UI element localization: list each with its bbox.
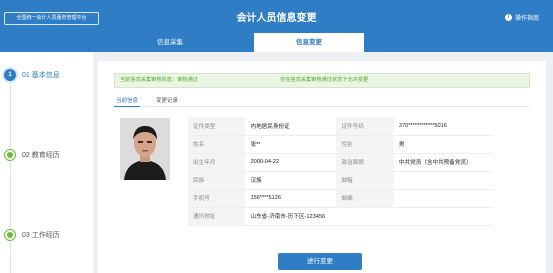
top-bar: 全国统一会计人员服务管理平台 会计人员信息变更 i 操作指南: [0, 0, 553, 33]
tab-change-records[interactable]: 变更记录: [156, 96, 178, 104]
address-value: 山东省-济南市-历下区-123456: [245, 207, 493, 226]
step-label: 02 教育经历: [22, 152, 60, 159]
review-status-text: 当前信息采集审核状态：审核通过: [120, 77, 198, 83]
person-photo-icon: [120, 118, 170, 180]
step-done-marker: [4, 229, 16, 241]
page-title: 会计人员信息变更: [236, 13, 317, 24]
id-photo: [120, 118, 170, 180]
tab-info-collection[interactable]: 信息采集: [115, 33, 225, 52]
ethnic-label: 民族: [188, 171, 246, 190]
step-connector-line: [10, 78, 11, 273]
personal-info-table: 证件类型 内地居民身份证 证件号码 370************5016 姓名…: [188, 117, 493, 226]
step-done-marker: [4, 149, 16, 161]
step-label: 03 工作经历: [22, 232, 60, 239]
political-status-label: 政治面貌: [336, 153, 394, 172]
main-card: 当前信息采集审核状态：审核通过 仅在信息采集审核通过状态下允许变更 当前信息 变…: [98, 61, 546, 273]
table-row: 证件类型 内地居民身份证 证件号码 370************5016: [188, 117, 493, 136]
step-label: 01 基本信息: [22, 72, 60, 79]
operation-guide-link[interactable]: i 操作指南: [504, 13, 539, 22]
step-work-history[interactable]: 03 工作经历: [4, 229, 60, 241]
gender-label: 性别: [336, 135, 394, 154]
id-type-label: 证件类型: [188, 117, 246, 136]
tab-info-change[interactable]: 信息变更: [254, 33, 364, 52]
step-active-marker: 1: [4, 69, 16, 81]
phone-value: 156****5126: [245, 189, 337, 208]
operation-guide-label: 操作指南: [514, 16, 539, 22]
gender-value: 男: [393, 135, 493, 154]
info-icon: i: [504, 14, 512, 21]
postcode-label: 邮编: [336, 189, 394, 208]
tab-current-info[interactable]: 当前信息: [113, 96, 141, 107]
political-status-value: 中共党员（含中共预备党员）: [393, 153, 493, 172]
email-label: 邮箱: [336, 171, 394, 190]
main-tabs: 信息采集 信息变更: [0, 33, 553, 52]
address-label: 通讯地址: [188, 207, 246, 226]
ethnic-value: 汉族: [245, 171, 337, 190]
table-row: 姓名 张** 性别 男: [188, 135, 493, 154]
id-type-value: 内地居民身份证: [245, 117, 337, 136]
table-row: 通讯地址 山东省-济南市-历下区-123456: [188, 207, 493, 226]
email-value: [393, 171, 493, 190]
table-row: 出生年月 2000-04-22 政治面貌 中共党员（含中共预备党员）: [188, 153, 493, 172]
change-tip-text: 仅在信息采集审核通过状态下允许变更: [280, 77, 369, 83]
id-number-value: 370************5016: [393, 117, 493, 136]
start-change-button[interactable]: 进行变更: [278, 253, 362, 270]
postcode-value: [393, 189, 493, 208]
name-label: 姓名: [188, 135, 246, 154]
id-number-label: 证件号码: [336, 117, 394, 136]
table-row: 手机号 156****5126 邮编: [188, 189, 493, 208]
step-basic-info[interactable]: 1 01 基本信息: [4, 69, 60, 81]
name-value: 张**: [245, 135, 337, 154]
status-notice: 当前信息采集审核状态：审核通过 仅在信息采集审核通过状态下允许变更: [114, 73, 530, 88]
phone-label: 手机号: [188, 189, 246, 208]
step-education[interactable]: 02 教育经历: [4, 149, 60, 161]
birth-label: 出生年月: [188, 153, 246, 172]
sub-tabs: 当前信息 变更记录: [113, 94, 530, 107]
birth-value: 2000-04-22: [245, 153, 337, 172]
table-row: 民族 汉族 邮箱: [188, 171, 493, 190]
